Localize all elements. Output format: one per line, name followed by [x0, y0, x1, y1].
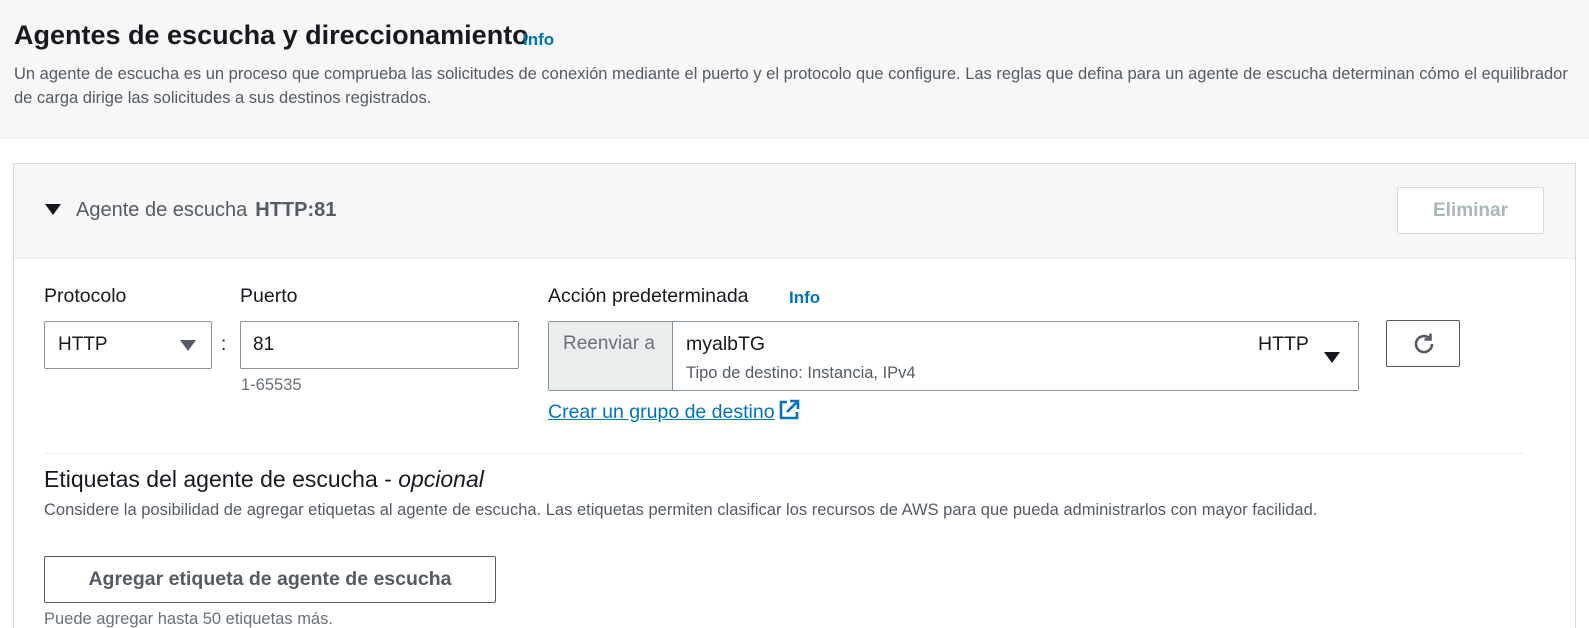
protocol-port-separator: :	[221, 334, 227, 355]
port-hint: 1-65535	[241, 376, 302, 394]
listener-title-value: HTTP:81	[255, 199, 337, 221]
target-group-select[interactable]: Reenviar a myalbTG HTTP Tipo de destino:…	[548, 321, 1359, 391]
refresh-button[interactable]	[1386, 320, 1460, 367]
add-listener-tag-button[interactable]: Agregar etiqueta de agente de escucha	[44, 556, 496, 603]
default-action-info-link[interactable]: Info	[789, 288, 820, 308]
port-label: Puerto	[240, 285, 298, 307]
target-type-description: Tipo de destino: Instancia, IPv4	[686, 364, 916, 382]
divider	[44, 453, 1524, 454]
listener-title[interactable]: Agente de escucha HTTP:81	[76, 199, 336, 222]
tags-limit-note: Puede agregar hasta 50 etiquetas más.	[44, 610, 333, 628]
caret-down-icon	[180, 340, 196, 351]
listener-panel: Agente de escucha HTTP:81 Eliminar Protoc…	[13, 163, 1576, 628]
protocol-label: Protocolo	[44, 285, 127, 307]
create-target-group-link[interactable]: Crear un grupo de destino	[548, 399, 800, 427]
section-title: Agentes de escucha y direccionamiento	[14, 20, 529, 50]
tags-title: Etiquetas del agente de escucha - opcion…	[44, 466, 484, 493]
create-target-group-label: Crear un grupo de destino	[548, 401, 775, 423]
tags-description: Considere la posibilidad de agregar etiq…	[44, 501, 1318, 519]
protocol-select[interactable]: HTTP	[44, 321, 212, 369]
action-prefix-label: Reenviar a	[563, 333, 655, 354]
collapse-caret-icon[interactable]	[45, 204, 61, 215]
port-input[interactable]	[240, 321, 519, 369]
default-action-label: Acción predeterminada	[548, 285, 749, 307]
tags-title-optional: opcional	[398, 466, 484, 492]
caret-down-icon	[1324, 352, 1340, 363]
action-prefix: Reenviar a	[549, 322, 673, 390]
refresh-icon	[1414, 333, 1434, 354]
listener-title-label: Agente de escucha	[76, 199, 248, 221]
target-group-protocol: HTTP	[1258, 333, 1309, 355]
protocol-select-value: HTTP	[58, 334, 108, 355]
delete-listener-button[interactable]: Eliminar	[1397, 187, 1544, 234]
external-link-icon	[778, 399, 800, 427]
tags-title-text: Etiquetas del agente de escucha -	[44, 466, 399, 492]
section-info-link[interactable]: Info	[523, 30, 554, 50]
section-description: Un agente de escucha es un proceso que c…	[14, 65, 1568, 107]
listener-panel-header: Agente de escucha HTTP:81 Eliminar	[14, 164, 1575, 259]
target-group-name: myalbTG	[686, 333, 766, 355]
section-header: Agentes de escucha y direccionamiento In…	[0, 0, 1589, 138]
